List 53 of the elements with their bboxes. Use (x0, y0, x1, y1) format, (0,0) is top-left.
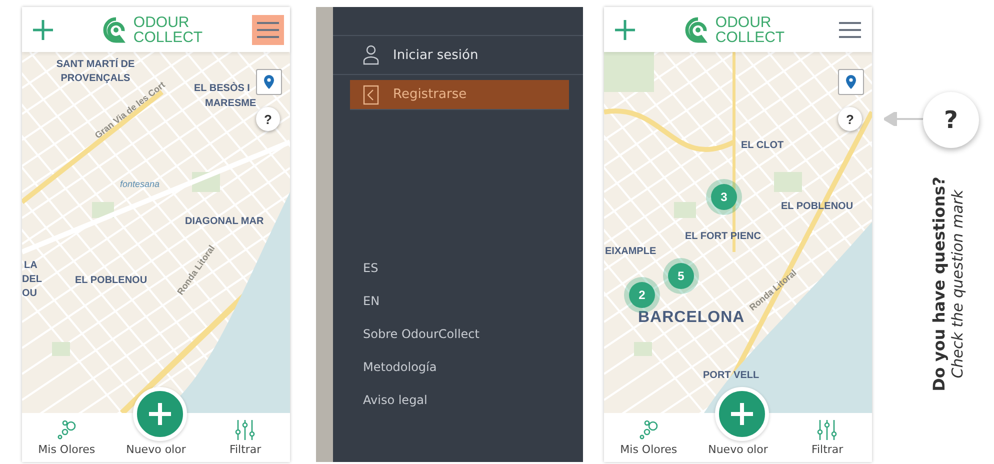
logo-text: COLLECT (133, 30, 203, 44)
menu-item[interactable]: Registrarse (350, 80, 569, 110)
menu-link[interactable]: EN (363, 293, 583, 310)
logo-text: ODOUR (133, 14, 190, 30)
sliders-icon (817, 420, 838, 440)
map-label: DEL (22, 273, 42, 286)
nav-item[interactable]: Nuevo olor (126, 443, 186, 462)
menu-button[interactable] (252, 14, 284, 44)
map-label: PORT VELL (703, 369, 760, 382)
location-pin-icon (264, 75, 274, 89)
logo-text: COLLECT (715, 30, 785, 44)
map-label: EL POBLENOU (75, 274, 148, 288)
menu-link[interactable]: ES (363, 260, 583, 277)
location-button[interactable] (838, 69, 864, 95)
menu-link[interactable]: Aviso legal (363, 392, 583, 409)
menu-link[interactable]: Metodología (363, 359, 583, 376)
callout-subtitle: Check the question mark (948, 190, 966, 378)
map-label: EL FORT PIENC (685, 230, 761, 244)
map-label: MARESME (205, 97, 256, 110)
question-mark-icon: ? (923, 92, 979, 148)
map-label: SANT MARTÍ DE PROVENÇALS (55, 58, 136, 85)
nav-item[interactable]: Mis Olores (604, 413, 694, 462)
nav-item[interactable]: Nuevo olor (708, 443, 768, 462)
user-icon (363, 45, 379, 65)
plus-icon (730, 402, 754, 426)
plus-icon[interactable] (32, 18, 54, 40)
map-label: EL POBLENOU (781, 200, 854, 214)
map-label: LA (24, 259, 38, 272)
bubbles-icon (56, 420, 77, 440)
arrow-icon (884, 112, 924, 126)
map-label: fontesana (120, 178, 160, 190)
menu-item[interactable]: Iniciar sesión (333, 35, 583, 75)
nav-item[interactable]: Filtrar (200, 413, 290, 462)
map-label: OU (22, 287, 37, 300)
menu-icon (839, 22, 861, 38)
map-label: EL CLOT (741, 139, 784, 152)
sliders-icon (235, 420, 256, 440)
menu-link[interactable]: Sobre OdourCollect (363, 326, 583, 343)
map-label: DIAGONAL MAR (185, 215, 264, 228)
map-label: EL BESÒS I (194, 82, 250, 96)
plus-icon[interactable] (614, 18, 636, 40)
bubbles-icon (638, 420, 659, 440)
callout-title: Do you have questions? (930, 176, 948, 392)
logo-text: ODOUR (715, 14, 772, 30)
menu-icon (257, 22, 279, 38)
map-label: EIXAMPLE (605, 245, 656, 258)
location-button[interactable] (256, 69, 282, 95)
location-pin-icon (846, 75, 856, 89)
map-label: BARCELONA (638, 308, 745, 328)
plus-icon (148, 402, 172, 426)
nav-item[interactable]: Mis Olores (22, 413, 112, 462)
sign-in-icon (363, 84, 379, 104)
nav-item[interactable]: Filtrar (782, 413, 872, 462)
